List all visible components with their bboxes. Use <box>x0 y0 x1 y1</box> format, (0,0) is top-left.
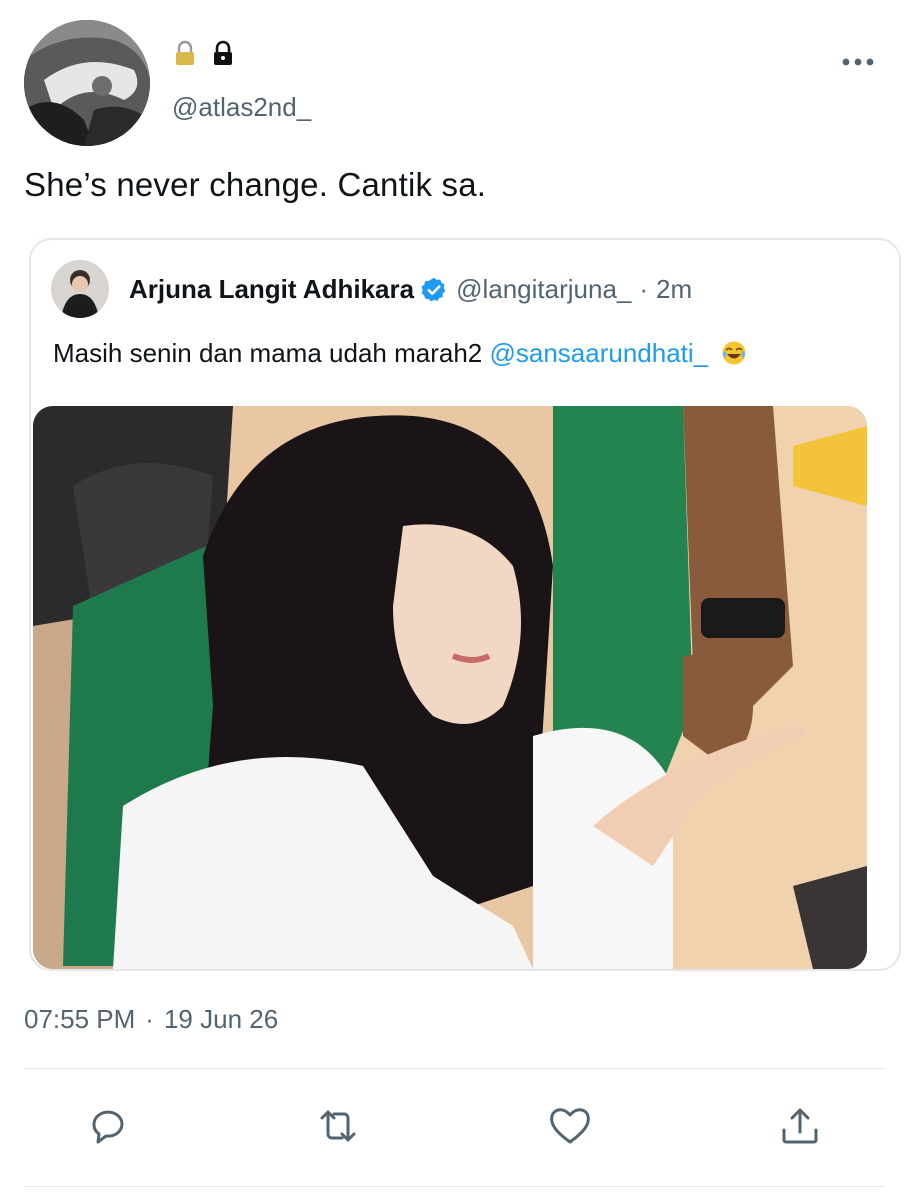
author-handle[interactable]: @atlas2nd_ <box>172 92 311 123</box>
action-bar <box>0 1098 908 1158</box>
divider <box>24 1068 884 1069</box>
quoted-tweet-header: Arjuna Langit Adhikara @langitarjuna_ · … <box>129 274 692 305</box>
quoted-time[interactable]: 2m <box>656 274 692 305</box>
lock-icons <box>172 40 236 66</box>
more-icon[interactable] <box>838 52 878 72</box>
like-icon[interactable] <box>546 1102 594 1150</box>
reply-icon[interactable] <box>84 1102 132 1150</box>
timestamp-time: 07:55 PM <box>24 1004 136 1034</box>
lock-icon <box>214 40 232 65</box>
quoted-tweet-card[interactable]: Arjuna Langit Adhikara @langitarjuna_ · … <box>29 238 901 971</box>
tweet-timestamp[interactable]: 07:55 PM · 19 Jun 26 <box>24 1004 278 1035</box>
quoted-media-image[interactable] <box>33 406 867 969</box>
tweet-text: She’s never change. Cantik sa. <box>24 166 487 203</box>
author-avatar[interactable] <box>24 20 150 146</box>
quoted-author-name[interactable]: Arjuna Langit Adhikara <box>129 274 414 305</box>
quoted-separator: · <box>639 274 649 304</box>
divider <box>24 1186 884 1187</box>
verified-badge-icon <box>421 277 446 302</box>
quoted-tweet-text: Masih senin dan mama udah marah2 @sansaa… <box>53 338 747 369</box>
timestamp-date: 19 Jun 26 <box>163 1004 279 1034</box>
share-icon[interactable] <box>776 1102 824 1150</box>
mention-link[interactable]: @sansaarundhati_ <box>489 338 708 368</box>
face-with-tears-of-joy-icon <box>722 341 746 365</box>
quoted-author-avatar[interactable] <box>51 260 109 318</box>
lock-icon <box>176 40 194 65</box>
quoted-author-handle[interactable]: @langitarjuna_ <box>456 274 631 305</box>
quoted-text-body: Masih senin dan mama udah marah2 <box>53 338 483 368</box>
timestamp-separator: · <box>145 1004 154 1034</box>
retweet-icon[interactable] <box>314 1102 362 1150</box>
